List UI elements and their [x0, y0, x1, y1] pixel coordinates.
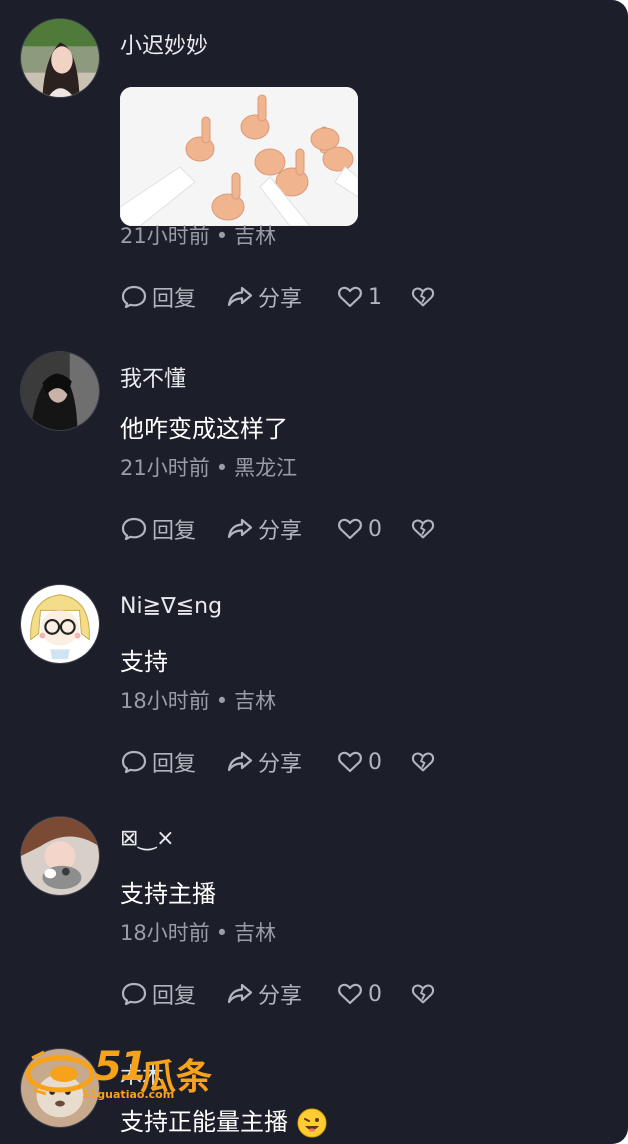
comment-time: 18小时前 [120, 921, 210, 945]
heart-icon [338, 286, 362, 308]
share-label: 分享 [258, 752, 303, 777]
share-button[interactable]: 分享 [226, 746, 336, 778]
comment-actions: 回复 分享 0 [120, 514, 440, 544]
meta-separator: • [215, 689, 229, 713]
reply-button[interactable]: 回复 [120, 746, 226, 778]
reply-icon [121, 517, 147, 541]
reply-label: 回复 [152, 287, 197, 312]
username[interactable]: ⊠‿× [120, 826, 175, 851]
avatar[interactable] [20, 351, 100, 431]
smile-emoji [297, 1108, 327, 1138]
comment-actions: 回复 分享 1 [120, 282, 440, 312]
comment-text: 支持正能量主播 [120, 1102, 328, 1139]
share-icon [227, 751, 253, 772]
avatar[interactable] [20, 816, 100, 896]
like-count: 0 [368, 749, 382, 775]
comment-list: 小迟妙妙 21小时前 • 吉林 回复 分享 1 我不懂 他咋变成这样了 21小时… [0, 0, 628, 1144]
username[interactable]: 小迟妙妙 [120, 28, 208, 60]
comment-location: 吉林 [234, 921, 277, 945]
like-count: 1 [368, 284, 382, 310]
username[interactable]: 我不懂 [120, 361, 186, 393]
broken-heart-icon [411, 519, 435, 539]
reply-label: 回复 [152, 752, 197, 777]
reply-button[interactable]: 回复 [120, 978, 226, 1010]
like-button[interactable]: 0 [336, 748, 410, 776]
like-button[interactable]: 0 [336, 980, 410, 1008]
broken-heart-icon [411, 984, 435, 1004]
comment-text: 支持主播 [120, 880, 216, 908]
comment-meta: 21小时前 • 吉林 [120, 220, 276, 250]
reply-icon [121, 982, 147, 1006]
broken-heart-icon [411, 752, 435, 772]
heart-icon [338, 518, 362, 540]
share-button[interactable]: 分享 [226, 513, 336, 545]
comment-time: 21小时前 [120, 224, 210, 248]
share-label: 分享 [258, 287, 303, 312]
reply-icon [121, 750, 147, 774]
avatar[interactable] [20, 584, 100, 664]
comment-image[interactable] [120, 87, 358, 226]
comment-location: 吉林 [234, 689, 277, 713]
dislike-button[interactable] [410, 748, 440, 776]
comment-text-value: 支持正能量主播 [120, 1108, 288, 1136]
like-button[interactable]: 0 [336, 515, 410, 543]
share-label: 分享 [258, 984, 303, 1009]
reply-icon [121, 285, 147, 309]
watermark-logo: 51 瓜条 51guatiao.com [24, 1044, 224, 1106]
reply-button[interactable]: 回复 [120, 513, 226, 545]
share-button[interactable]: 分享 [226, 281, 336, 313]
comment-time: 21小时前 [120, 456, 210, 480]
share-label: 分享 [258, 519, 303, 544]
username[interactable]: Ni≧∇≦ng [120, 594, 222, 619]
comment-time: 18小时前 [120, 689, 210, 713]
meta-separator: • [215, 921, 229, 945]
comment-location: 吉林 [234, 224, 277, 248]
comment-actions: 回复 分享 0 [120, 979, 440, 1009]
dislike-button[interactable] [410, 283, 440, 311]
watermark-url: 51guatiao.com [82, 1088, 175, 1101]
share-button[interactable]: 分享 [226, 978, 336, 1010]
reply-label: 回复 [152, 519, 197, 544]
heart-icon [338, 983, 362, 1005]
comment-meta: 18小时前 • 吉林 [120, 685, 276, 715]
dislike-button[interactable] [410, 515, 440, 543]
watermark-number: 51 [94, 1044, 148, 1090]
like-count: 0 [368, 516, 382, 542]
avatar[interactable] [20, 18, 100, 98]
comment-text: 支持 [120, 648, 168, 676]
meta-separator: • [215, 224, 229, 248]
comment-meta: 21小时前 • 黑龙江 [120, 452, 297, 482]
comment-location: 黑龙江 [234, 456, 298, 480]
broken-heart-icon [411, 287, 435, 307]
reply-label: 回复 [152, 984, 197, 1009]
like-count: 0 [368, 981, 382, 1007]
dislike-button[interactable] [410, 980, 440, 1008]
share-icon [227, 518, 253, 539]
reply-button[interactable]: 回复 [120, 281, 226, 313]
comment-actions: 回复 分享 0 [120, 747, 440, 777]
comment-meta: 18小时前 • 吉林 [120, 917, 276, 947]
like-button[interactable]: 1 [336, 283, 410, 311]
share-icon [227, 983, 253, 1004]
meta-separator: • [215, 456, 229, 480]
share-icon [227, 286, 253, 307]
heart-icon [338, 751, 362, 773]
comment-text: 他咋变成这样了 [120, 415, 288, 443]
